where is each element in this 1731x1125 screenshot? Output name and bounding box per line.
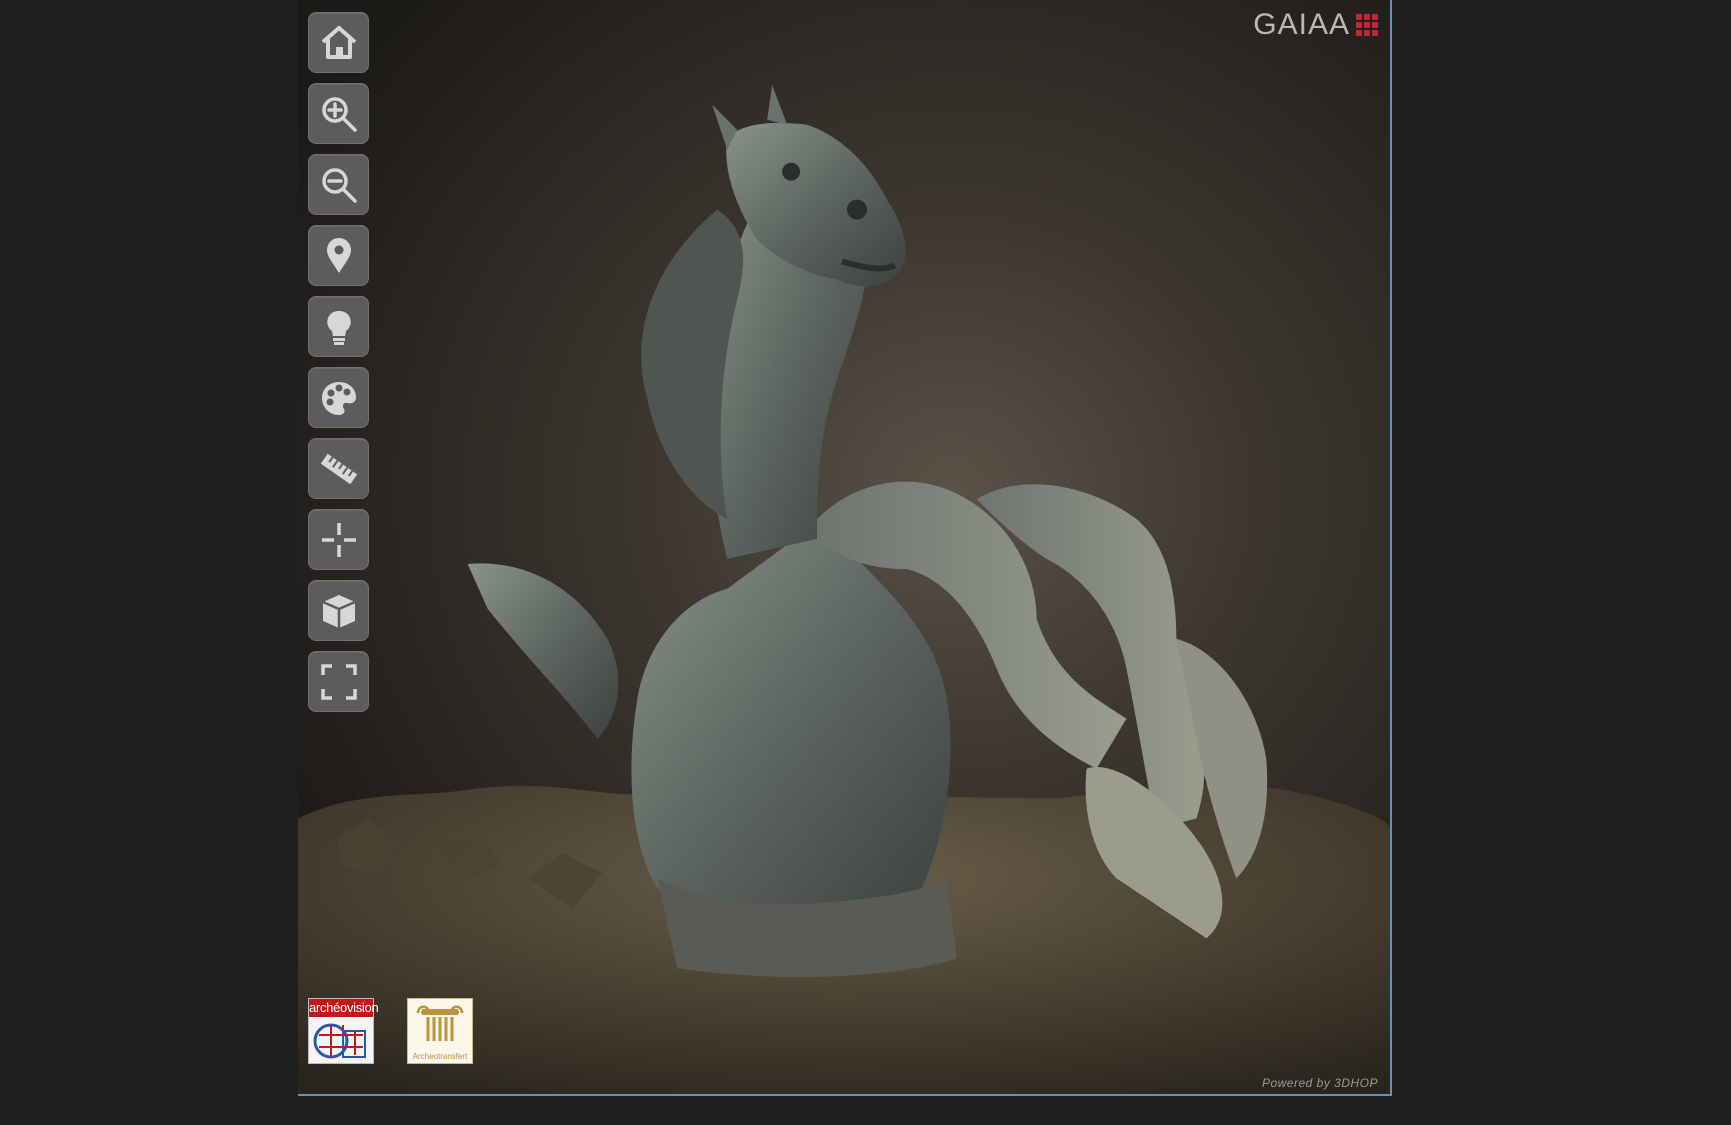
zoom-out-icon — [321, 167, 357, 203]
zoom-in-button[interactable] — [308, 83, 369, 144]
fullscreen-icon — [320, 663, 357, 700]
zoom-out-button[interactable] — [308, 154, 369, 215]
pick-point-button[interactable] — [308, 509, 369, 570]
home-icon — [321, 25, 356, 59]
measure-ruler-icon — [320, 453, 357, 484]
color-palette-icon — [321, 381, 356, 415]
archeovision-emblem-icon — [313, 1023, 366, 1059]
archeovision-logo-text: archéovision — [309, 999, 379, 1017]
light-button[interactable] — [308, 296, 369, 357]
light-icon — [326, 310, 351, 345]
hotspot-button[interactable] — [308, 225, 369, 286]
measure-button[interactable] — [308, 438, 369, 499]
3d-viewer-canvas[interactable]: GAIAA archéovision Archeotransfert Power… — [298, 0, 1392, 1096]
powered-by-label: Powered by 3DHOP — [1261, 1076, 1378, 1090]
home-button[interactable] — [308, 12, 369, 73]
toolbar — [308, 12, 369, 712]
color-button[interactable] — [308, 367, 369, 428]
cube-icon — [321, 594, 356, 628]
pick-point-icon — [321, 522, 356, 557]
brand-dots-icon — [1356, 14, 1378, 36]
archeovision-logo[interactable]: archéovision — [308, 998, 379, 1064]
sections-button[interactable] — [308, 580, 369, 641]
sea-horse-sculpture-model[interactable] — [298, 0, 1390, 1094]
zoom-in-icon — [321, 96, 357, 132]
brand-logo: GAIAA — [1253, 8, 1378, 42]
archeotransfert-logo[interactable]: Archeotransfert — [407, 998, 473, 1064]
fullscreen-button[interactable] — [308, 651, 369, 712]
column-capital-icon — [416, 1005, 464, 1041]
brand-text: GAIAA — [1253, 8, 1350, 41]
archeotransfert-logo-text: Archeotransfert — [412, 1052, 468, 1061]
hotspot-icon — [326, 237, 351, 273]
